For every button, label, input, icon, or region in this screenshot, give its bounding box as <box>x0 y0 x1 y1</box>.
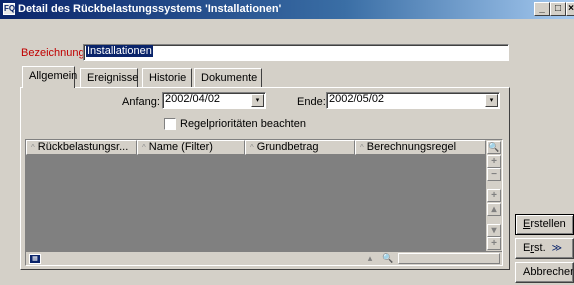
column-header-name[interactable]: ^ Name (Filter) <box>137 140 245 155</box>
move-down-button[interactable]: ▾ <box>487 224 501 237</box>
column-label: Rückbelastungsr... <box>37 141 129 153</box>
chargeback-rules-table[interactable]: ^ Rückbelastungsr... ^ Name (Filter) ^ Grun… <box>25 139 503 266</box>
column-header-base-amount[interactable]: ^ Grundbetrag <box>245 140 355 155</box>
priority-checkbox[interactable] <box>164 118 176 130</box>
close-button[interactable]: × <box>566 2 574 16</box>
horizontal-scrollbar[interactable] <box>398 253 500 264</box>
create-extended-button[interactable]: Erst. ≫ <box>515 238 574 259</box>
create-button[interactable]: Erstellen <box>515 214 574 235</box>
search-icon[interactable]: 🔍 <box>487 141 501 154</box>
maximize-button[interactable]: □ <box>550 2 566 16</box>
table-header: ^ Rückbelastungsr... ^ Name (Filter) ^ Grun… <box>26 140 486 155</box>
name-label: Bezeichnung: <box>21 47 88 59</box>
app-icon: FQ <box>3 3 16 15</box>
tab-dokumente[interactable]: Dokumente <box>194 68 262 87</box>
table-footer: ▦ ▴ 🔍 <box>26 251 502 265</box>
tab-allgemein[interactable]: Allgemein <box>22 66 77 88</box>
sort-icon: ^ <box>250 143 254 152</box>
add-row-button[interactable]: + <box>487 155 501 168</box>
add-icon[interactable]: + <box>487 189 501 202</box>
chevron-down-icon[interactable]: ▾ <box>485 94 498 107</box>
grid-icon[interactable]: ▦ <box>29 254 41 264</box>
end-date-combo[interactable]: 2002/05/02 ▾ <box>326 92 500 109</box>
sort-icon: ^ <box>31 143 35 152</box>
column-label: Berechnungsregel <box>366 141 457 153</box>
add-icon[interactable]: + <box>487 237 501 250</box>
tab-historie[interactable]: Historie <box>142 68 192 87</box>
start-label: Anfang: <box>122 96 160 108</box>
tab-ereignisse[interactable]: Ereignisse <box>80 68 138 87</box>
search-icon[interactable]: 🔍 <box>381 253 395 264</box>
scroll-up-icon[interactable]: ▴ <box>362 253 378 264</box>
end-date-value: 2002/05/02 <box>329 93 385 105</box>
name-value: Installationen <box>86 45 153 57</box>
expand-icon: ≫ <box>551 243 563 254</box>
create-label: rstellen <box>530 218 566 230</box>
column-label: Grundbetrag <box>256 141 319 153</box>
remove-row-button[interactable]: − <box>487 168 501 181</box>
window-title-bar[interactable]: FQ Detail des Rückbelastungssystems 'Ins… <box>0 0 574 19</box>
minimize-button[interactable]: _ <box>534 2 550 16</box>
column-header-calculation-rule[interactable]: ^ Berechnungsregel <box>355 140 486 155</box>
table-side-toolbar: 🔍 + − + ▴ ▾ + <box>486 140 502 251</box>
window-title: Detail des Rückbelastungssystems 'Instal… <box>18 3 282 15</box>
cancel-button[interactable]: Abbrechen <box>515 262 574 283</box>
column-label: Name (Filter) <box>148 141 213 153</box>
name-input[interactable]: Installationen <box>83 44 509 61</box>
create-ext-label: st. <box>534 242 546 254</box>
move-up-button[interactable]: ▴ <box>487 203 501 216</box>
priority-checkbox-label: Regelprioritäten beachten <box>180 118 306 130</box>
sort-icon: ^ <box>142 143 146 152</box>
sort-icon: ^ <box>360 143 364 152</box>
end-label: Ende: <box>297 96 326 108</box>
table-body[interactable] <box>26 155 486 251</box>
chevron-down-icon[interactable]: ▾ <box>251 94 264 107</box>
start-date-combo[interactable]: 2002/04/02 ▾ <box>162 92 266 109</box>
column-header-chargeback[interactable]: ^ Rückbelastungsr... <box>26 140 137 155</box>
start-date-value: 2002/04/02 <box>165 93 221 105</box>
